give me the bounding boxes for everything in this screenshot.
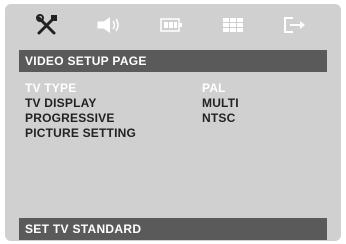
option-ntsc[interactable]: NTSC: [202, 111, 235, 126]
menu-item-tv-type[interactable]: TV TYPE: [25, 81, 76, 96]
menu-item-progressive[interactable]: PROGRESSIVE: [25, 111, 115, 126]
menu-item-tv-display[interactable]: TV DISPLAY: [25, 96, 97, 111]
general-setup-icon[interactable]: [27, 12, 67, 38]
setup-menu-panel: VIDEO SETUP PAGE TV TYPE TV DISPLAY PROG…: [5, 4, 341, 241]
page-title: VIDEO SETUP PAGE: [19, 50, 327, 72]
option-pal[interactable]: PAL: [202, 81, 226, 96]
menu-item-picture-setting[interactable]: PICTURE SETTING: [25, 126, 136, 141]
exit-setup-icon[interactable]: [275, 12, 315, 38]
menu-content: TV TYPE TV DISPLAY PROGRESSIVE PICTURE S…: [19, 76, 327, 216]
video-setup-icon[interactable]: [151, 12, 191, 38]
option-multi[interactable]: MULTI: [202, 96, 239, 111]
status-bar: SET TV STANDARD: [19, 218, 327, 240]
preference-setup-icon[interactable]: [213, 12, 253, 38]
audio-setup-icon[interactable]: [89, 12, 129, 38]
setup-toolbar: [5, 4, 341, 46]
